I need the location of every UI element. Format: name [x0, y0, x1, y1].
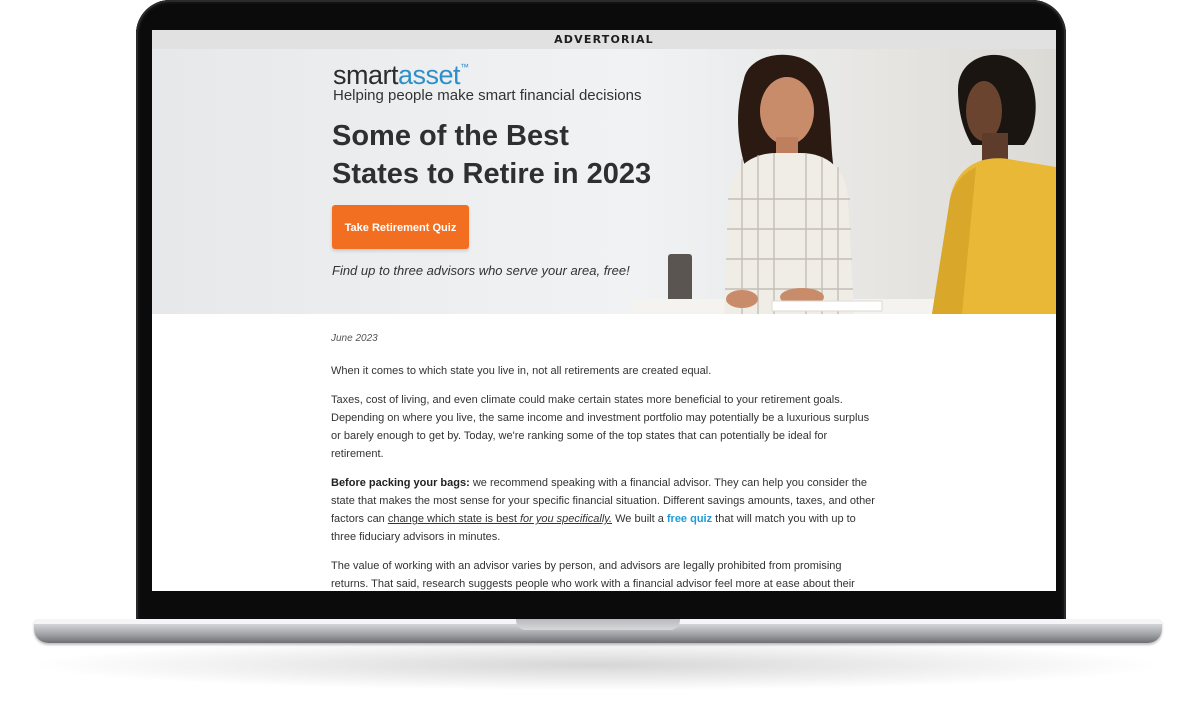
headline-line-1: Some of the Best	[332, 120, 569, 152]
logo-text-smart: smart	[333, 60, 399, 90]
underline-italic-text: for you specifically.	[519, 513, 613, 525]
logo-text-asset: asset	[398, 60, 461, 90]
article-body: June 2023 When it comes to which state y…	[331, 332, 881, 591]
take-retirement-quiz-button[interactable]: Take Retirement Quiz	[332, 205, 469, 249]
article-paragraph-3: Before packing your bags: we recommend s…	[331, 474, 881, 546]
hero-section: smartasset™ Helping people make smart fi…	[152, 49, 1056, 314]
smartasset-logo: smartasset™	[333, 62, 469, 89]
laptop-screen: ADVERTORIAL smartasset™ Helping people m…	[152, 30, 1056, 591]
brand-tagline: Helping people make smart financial deci…	[333, 87, 642, 104]
logo-trademark: ™	[460, 62, 469, 72]
article-paragraph-2: Taxes, cost of living, and even climate …	[331, 394, 870, 460]
advertorial-banner: ADVERTORIAL	[152, 30, 1056, 49]
underline-text: change which state is best	[387, 513, 520, 525]
laptop-notch	[516, 619, 680, 630]
headline-line-2: States to Retire in 2023	[332, 158, 652, 190]
advisor-subtext: Find up to three advisors who serve your…	[332, 263, 630, 278]
article-paragraph-1: When it comes to which state you live in…	[331, 365, 712, 377]
paragraph-3-text-b: We built a	[612, 513, 667, 525]
free-quiz-link[interactable]: free quiz	[667, 513, 712, 525]
article-date: June 2023	[331, 333, 378, 344]
before-packing-label: Before packing your bags:	[331, 477, 470, 489]
hero-photo	[632, 49, 1056, 314]
page-headline: Some of the Best States to Retire in 202…	[332, 117, 672, 193]
article-paragraph-4: The value of working with an advisor var…	[331, 560, 855, 590]
laptop-shadow	[40, 640, 1156, 690]
change-state-underlined: change which state is best for you speci…	[388, 513, 612, 525]
